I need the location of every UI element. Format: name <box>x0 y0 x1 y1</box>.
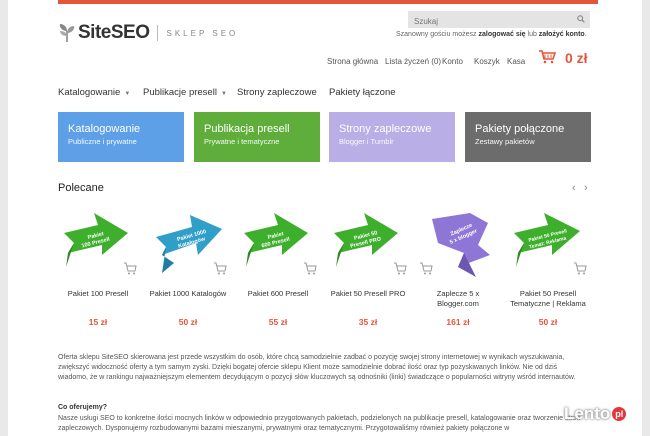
description-paragraph: Oferta sklepu SiteSEO skierowana jest pr… <box>58 354 576 381</box>
menu-item-katalogowanie[interactable]: Katalogowanie ▼ <box>58 87 130 98</box>
logo-text: SiteSEO <box>78 22 150 43</box>
watermark-text: Lento <box>564 404 611 423</box>
menu-label: Publikacje presell <box>143 87 217 98</box>
product-name[interactable]: Pakiet 600 Presell <box>233 289 323 311</box>
add-to-cart-icon[interactable] <box>420 262 433 275</box>
tile-title: Pakiety połączone <box>475 123 565 135</box>
carousel-prev-icon[interactable]: ‹ <box>572 182 576 194</box>
register-link[interactable]: założyć konto <box>539 31 585 38</box>
guest-greeting: Szanowny gościu możesz zalogować się lub… <box>396 31 587 38</box>
product-price: 55 zł <box>268 317 288 327</box>
greeting-suffix: . <box>584 31 587 38</box>
logo-divider <box>157 25 159 41</box>
tile-title: Katalogowanie <box>68 123 141 135</box>
description-paragraph-2: Nasze usługi SEO to konkretne ilości moc… <box>58 415 581 432</box>
add-to-cart-icon[interactable] <box>394 262 407 275</box>
product-name-line: Zaplecze 5 x <box>436 289 480 298</box>
product-name[interactable]: Pakiet 50 Presell PRO <box>323 289 413 311</box>
product-card[interactable]: Pakiet 50 Presell PRO Pakiet 50 Presell … <box>323 207 413 327</box>
featured-section-title: Polecane <box>58 182 104 194</box>
add-to-cart-icon[interactable] <box>124 262 137 275</box>
caret-down-icon: ▼ <box>220 91 227 97</box>
ribbon-arrow-icon: Pakiet 600 Presell <box>244 213 317 275</box>
nav-link-wishlist[interactable]: Lista życzeń (0) <box>385 57 441 66</box>
page: SiteSEO SKLEP SEO Szanowny gościu możesz… <box>8 0 642 436</box>
greeting-mid: lub <box>525 31 539 38</box>
tile-strony-zapleczowe[interactable]: Strony zapleczowe Blogger i Tumblr <box>329 112 455 162</box>
ribbon-arrow-icon: Pakiet 50 Presell PRO <box>334 213 407 275</box>
product-card[interactable]: Pakiet 600 Presell Pakiet 600 Presell 55… <box>233 207 323 327</box>
greeting-prefix: Szanowny gościu możesz <box>396 31 479 38</box>
menu-item-strony-zapleczowe[interactable]: Strony zapleczowe <box>237 87 317 98</box>
product-card[interactable]: Pakiet 50 Presell Temat: Reklama Pakiet … <box>503 207 593 327</box>
menu-label: Katalogowanie <box>58 87 121 98</box>
tile-title: Strony zapleczowe <box>339 123 432 135</box>
menu-item-presell[interactable]: Publikacje presell ▼ <box>143 87 227 98</box>
product-price: 35 zł <box>358 317 378 327</box>
tile-subtitle: Prywatne i tematyczne <box>204 137 280 146</box>
search-input[interactable] <box>408 13 568 30</box>
product-name-line: Pakiet 50 Presell <box>519 289 577 298</box>
tile-publikacja-presell[interactable]: Publikacja presell Prywatne i tematyczne <box>194 112 320 162</box>
cart-total[interactable]: 0 zł <box>565 50 588 66</box>
ribbon-arrow-icon: Pakiet 100 Presell <box>64 213 137 275</box>
product-price: 50 zł <box>538 317 558 327</box>
tile-subtitle: Publiczne i prywatne <box>68 137 137 146</box>
nav-link-cart[interactable]: Koszyk <box>474 57 500 66</box>
caret-down-icon: ▼ <box>124 91 131 97</box>
cart-icon[interactable] <box>538 49 556 64</box>
product-price: 50 zł <box>178 317 198 327</box>
add-to-cart-icon[interactable] <box>574 262 587 275</box>
product-price: 161 zł <box>446 317 470 327</box>
product-name[interactable]: Zaplecze 5 x Blogger.com <box>413 289 503 311</box>
logo[interactable]: SiteSEO SKLEP SEO <box>58 22 238 44</box>
logo-subtitle: SKLEP SEO <box>166 28 239 38</box>
watermark-logo: Lento pl <box>564 404 627 424</box>
description-heading: Co oferujemy? <box>58 404 108 411</box>
menu-item-pakiety-laczone[interactable]: Pakiety łączone <box>329 87 396 98</box>
ribbon-arrow-icon: Zaplecze 5 x blogger <box>420 213 490 277</box>
product-price: 15 zł <box>88 317 108 327</box>
search-icon[interactable] <box>577 15 585 23</box>
product-name[interactable]: Pakiet 1000 Katalogów <box>143 289 233 311</box>
ribbon-arrow-icon: Pakiet 1000 Katalogów <box>156 215 227 275</box>
ribbon-arrow-icon: Pakiet 50 Presell Temat: Reklama <box>514 213 587 275</box>
tile-title: Publikacja presell <box>204 123 290 135</box>
tile-pakiety-polaczone[interactable]: Pakiety połączone Zestawy pakietów <box>465 112 591 162</box>
nav-link-account[interactable]: Konto <box>442 57 463 66</box>
add-to-cart-icon[interactable] <box>304 262 317 275</box>
add-to-cart-icon[interactable] <box>214 262 227 275</box>
product-card[interactable]: Pakiet 100 Presell Pakiet 100 Presell 15… <box>53 207 143 327</box>
tile-katalogowanie[interactable]: Katalogowanie Publiczne i prywatne <box>58 112 184 162</box>
product-name-line: Tematyczne | Reklama <box>510 299 586 308</box>
nav-link-home[interactable]: Strona główna <box>327 57 378 66</box>
search-box <box>408 11 590 30</box>
nav-link-checkout[interactable]: Kasa <box>507 57 525 66</box>
leaf-logo-icon <box>59 24 75 42</box>
carousel-next-icon[interactable]: › <box>584 182 588 194</box>
product-card[interactable]: Pakiet 1000 Katalogów Pakiet 1000 Katalo… <box>143 207 233 327</box>
product-name[interactable]: Pakiet 100 Presell <box>53 289 143 311</box>
tile-subtitle: Zestawy pakietów <box>475 137 535 146</box>
top-accent-bar <box>58 0 598 4</box>
product-card[interactable]: Zaplecze 5 x blogger Zaplecze 5 x Blogger… <box>413 207 503 327</box>
product-name[interactable]: Pakiet 50 Presell Tematyczne | Reklama <box>503 289 593 311</box>
tile-subtitle: Blogger i Tumblr <box>339 137 394 146</box>
login-link[interactable]: zalogować się <box>478 31 525 38</box>
product-name-line: Blogger.com <box>437 299 479 308</box>
watermark-badge: pl <box>612 407 627 421</box>
